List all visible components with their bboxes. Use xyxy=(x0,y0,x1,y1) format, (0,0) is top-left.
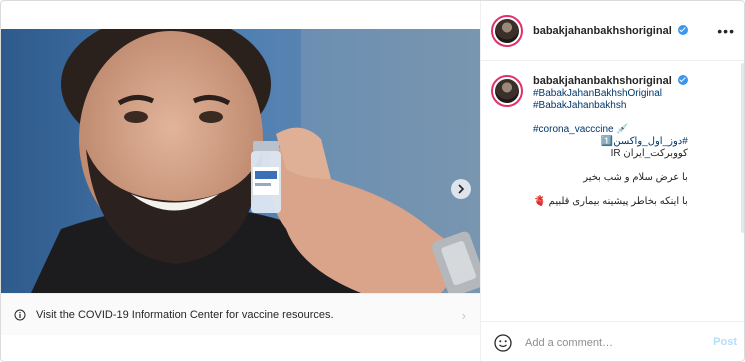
avatar[interactable] xyxy=(491,14,523,47)
chevron-right-icon: › xyxy=(461,308,466,323)
verified-badge-icon xyxy=(677,24,688,35)
covid-info-banner[interactable]: Visit the COVID-19 Information Center fo… xyxy=(1,293,480,335)
comment-bar: Post xyxy=(481,321,744,361)
next-slide-button[interactable] xyxy=(451,179,471,199)
vaccine-photo xyxy=(1,29,480,293)
more-options-icon[interactable]: ••• xyxy=(717,23,735,39)
post-sidebar: babakjahanbakhshoriginal ••• babakjahanb… xyxy=(480,1,744,361)
caption-username-text: babakjahanbakhshoriginal xyxy=(533,75,672,87)
hashtag-link[interactable]: #corona_vacccine 💉 xyxy=(533,124,688,136)
hashtag-link[interactable]: #دوز_اول_واکسن1️⃣ xyxy=(533,136,688,148)
chevron-right-icon xyxy=(458,184,465,194)
comment-input[interactable] xyxy=(525,336,695,349)
caption-body: babakjahanbakhshoriginal #BabakJahanBakh… xyxy=(533,75,688,208)
caption-line: با اینکه بخاطر پیشینه بیماری قلبیم 🫀 xyxy=(533,196,688,207)
info-circle-icon xyxy=(13,308,27,322)
username-text: babakjahanbakhshoriginal xyxy=(533,24,672,37)
verified-badge-icon xyxy=(677,75,688,85)
post-modal: Visit the COVID-19 Information Center fo… xyxy=(0,0,745,362)
covid-info-text: Visit the COVID-19 Information Center fo… xyxy=(36,308,334,321)
post-comment-button[interactable]: Post xyxy=(713,336,737,348)
username-link[interactable]: babakjahanbakhshoriginal xyxy=(533,24,688,37)
caption-line: کووبرکت_ایران IR xyxy=(610,148,688,159)
avatar[interactable] xyxy=(491,75,523,107)
emoji-smile-icon[interactable] xyxy=(493,333,513,353)
caption: babakjahanbakhshoriginal #BabakJahanBakh… xyxy=(491,75,735,208)
post-image[interactable] xyxy=(1,29,480,293)
caption-line: با عرض سلام و شب بخیر xyxy=(583,172,688,183)
caption-username-link[interactable]: babakjahanbakhshoriginal xyxy=(533,75,688,87)
scrollbar[interactable] xyxy=(741,63,744,233)
post-header: babakjahanbakhshoriginal ••• xyxy=(481,1,744,61)
hashtag-link[interactable]: #BabakJahanbakhsh xyxy=(533,100,688,112)
hashtag-link[interactable]: #BabakJahanBakhshOriginal xyxy=(533,88,688,100)
